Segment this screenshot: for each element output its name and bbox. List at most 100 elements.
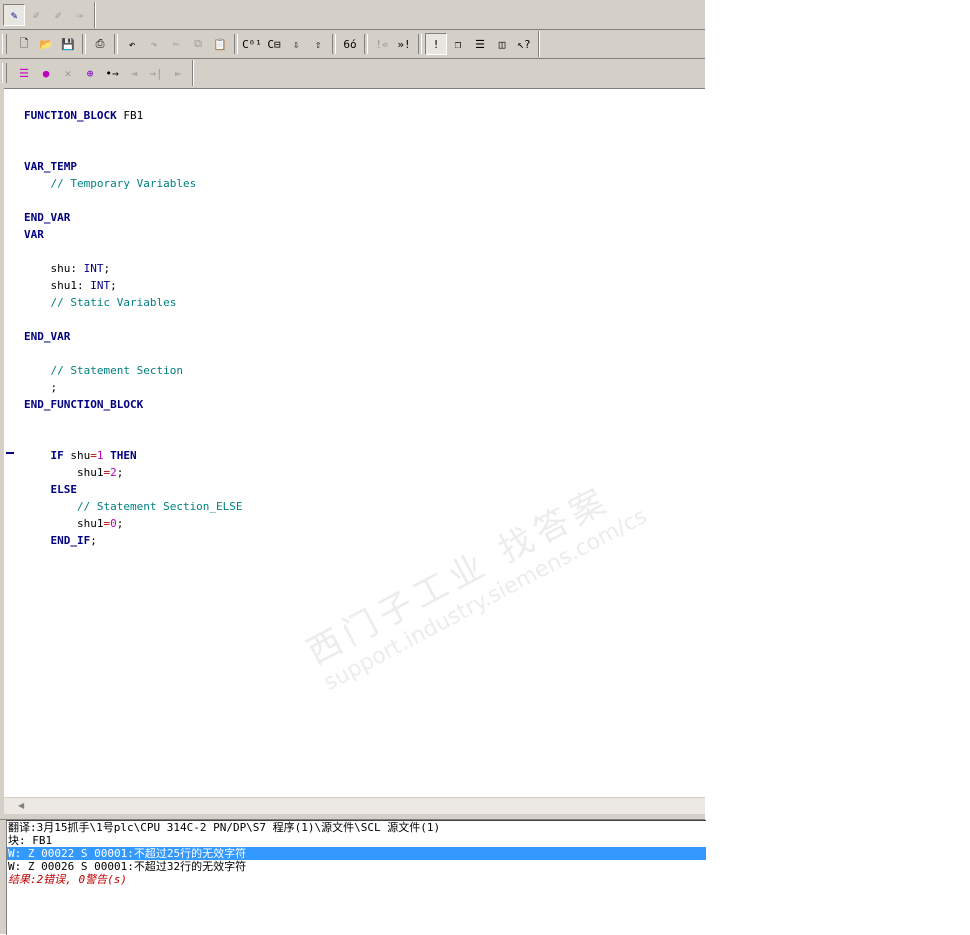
code-line[interactable]: [24, 141, 243, 158]
code-line[interactable]: VAR: [24, 226, 243, 243]
code-editor[interactable]: FUNCTION_BLOCK FB1 VAR_TEMP // Temporary …: [4, 88, 705, 797]
toolbar-separator: [114, 34, 118, 54]
code-token: INT: [83, 262, 104, 275]
step-into-button[interactable]: ⇥: [123, 62, 145, 84]
redo-button[interactable]: ↷: [143, 33, 165, 55]
help-context-button[interactable]: ↖?: [513, 33, 535, 55]
code-line[interactable]: FUNCTION_BLOCK FB1: [24, 107, 243, 124]
print-button[interactable]: ⎙: [89, 33, 111, 55]
code-line[interactable]: [24, 124, 243, 141]
compile-button[interactable]: C⊟: [263, 33, 285, 55]
output-result-line[interactable]: 结果:2错误, 0警告(s): [7, 873, 706, 886]
prev-error-button[interactable]: !«: [371, 33, 393, 55]
code-token: END_IF: [50, 534, 91, 547]
code-line[interactable]: shu: INT;: [24, 260, 243, 277]
breakpoint-delete-button[interactable]: ✕: [57, 62, 79, 84]
code-line[interactable]: // Static Variables: [24, 294, 243, 311]
output-message-line[interactable]: W: Z 00026 S 00001:不超过32行的无效字符: [7, 860, 706, 873]
error-toggle-button[interactable]: !: [425, 33, 447, 55]
code-line[interactable]: shu1=0;: [24, 515, 243, 532]
breakpoint-button[interactable]: ●: [35, 62, 57, 84]
current-line-marker: [6, 452, 14, 454]
code-line[interactable]: END_IF;: [24, 532, 243, 549]
code-line[interactable]: [24, 192, 243, 209]
code-line[interactable]: [24, 413, 243, 430]
tile-horizontal-icon: ☰: [475, 37, 485, 51]
code-text[interactable]: FUNCTION_BLOCK FB1 VAR_TEMP // Temporary …: [24, 107, 243, 549]
pen-cross-button[interactable]: ✑: [69, 4, 91, 26]
code-line[interactable]: [24, 430, 243, 447]
compile-all-button[interactable]: C⁰¹: [241, 33, 263, 55]
tile-horizontal-button[interactable]: ☰: [469, 33, 491, 55]
code-line[interactable]: // Statement Section_ELSE: [24, 498, 243, 515]
output-message-line[interactable]: 翻译:3月15抓手\1号plc\CPU 314C-2 PN/DP\S7 程序(1…: [7, 821, 706, 834]
prev-error-icon: !«: [375, 37, 389, 51]
copy-button[interactable]: ⧉: [187, 33, 209, 55]
code-line[interactable]: // Temporary Variables: [24, 175, 243, 192]
code-token: IF: [50, 449, 64, 462]
new-file-button[interactable]: 🗋: [13, 33, 35, 55]
code-line[interactable]: shu1: INT;: [24, 277, 243, 294]
code-token: 0: [110, 517, 117, 530]
breakpoints-all-button[interactable]: ⊕: [79, 62, 101, 84]
step-out-button[interactable]: →|: [145, 62, 167, 84]
pen-arrow-icon: ✐: [32, 8, 40, 22]
output-pane[interactable]: 翻译:3月15抓手\1号plc\CPU 314C-2 PN/DP\S7 程序(1…: [6, 820, 706, 935]
horizontal-scrollbar[interactable]: ◀: [4, 797, 705, 814]
toolbar-compile: ✎ ✐ ✐ ✑: [0, 1, 97, 29]
code-line[interactable]: END_VAR: [24, 328, 243, 345]
scl-editor-window: ✎ ✐ ✐ ✑ 🗋 📂 💾 ⎙ ↶ ↷ ✂ ⧉ 📋 C⁰¹ C⊟ ⇩ ⇧ 6ό !« »!! ❐ ☰ ◫ ↖? ☰ ● ✕ ⊕ •→…: [0, 0, 706, 935]
code-token: // Temporary Variables: [24, 177, 197, 190]
step-over-icon: •→: [105, 66, 119, 80]
code-line[interactable]: shu1=2;: [24, 464, 243, 481]
pen-arrow2-button[interactable]: ✐: [47, 4, 69, 26]
next-error-button[interactable]: »!: [393, 33, 415, 55]
monitor-glasses-button[interactable]: 6ό: [339, 33, 361, 55]
code-token: shu1: [24, 517, 104, 530]
upload-icon: ⇧: [314, 37, 322, 51]
code-line[interactable]: [24, 243, 243, 260]
code-line[interactable]: VAR_TEMP: [24, 158, 243, 175]
run-to-cursor-button[interactable]: ⇤: [167, 62, 189, 84]
output-message-line[interactable]: W: Z 00022 S 00001:不超过25行的无效字符: [7, 847, 706, 860]
step-over-button[interactable]: •→: [101, 62, 123, 84]
save-button[interactable]: 💾: [57, 33, 79, 55]
toolbar-grip[interactable]: [2, 63, 7, 83]
cascade-windows-button[interactable]: ❐: [447, 33, 469, 55]
code-line[interactable]: // Statement Section: [24, 362, 243, 379]
toolbar-compile-group: ✎ ✐ ✐ ✑: [0, 2, 95, 28]
output-message-line[interactable]: 块: FB1: [7, 834, 706, 847]
download-button[interactable]: ⇩: [285, 33, 307, 55]
toolbar-separator: [418, 34, 422, 54]
pen-arrow-button[interactable]: ✐: [25, 4, 47, 26]
code-token: FB1: [116, 109, 144, 122]
tile-vertical-button[interactable]: ◫: [491, 33, 513, 55]
monitor-glasses-icon: 6ό: [343, 37, 357, 51]
code-token: VAR_TEMP: [24, 160, 77, 173]
cut-button[interactable]: ✂: [165, 33, 187, 55]
code-line[interactable]: ;: [24, 379, 243, 396]
paste-button[interactable]: 📋: [209, 33, 231, 55]
code-line[interactable]: END_FUNCTION_BLOCK: [24, 396, 243, 413]
code-token: :: [76, 279, 91, 292]
code-line[interactable]: ELSE: [24, 481, 243, 498]
scroll-left-icon[interactable]: ◀: [18, 801, 24, 810]
redo-icon: ↷: [150, 37, 158, 51]
list-button[interactable]: ☰: [13, 62, 35, 84]
code-line[interactable]: IF shu=1 THEN: [24, 447, 243, 464]
code-line[interactable]: [24, 345, 243, 362]
toolbar-grip[interactable]: [2, 34, 7, 54]
download-icon: ⇩: [292, 37, 300, 51]
toolbar-standard: 🗋 📂 💾 ⎙ ↶ ↷ ✂ ⧉ 📋 C⁰¹ C⊟ ⇩ ⇧ 6ό !« »!! ❐ ☰ ◫ ↖?: [0, 30, 541, 58]
upload-button[interactable]: ⇧: [307, 33, 329, 55]
code-line[interactable]: END_VAR: [24, 209, 243, 226]
undo-button[interactable]: ↶: [121, 33, 143, 55]
paste-icon: 📋: [213, 37, 227, 51]
toolbar-standard-group: 🗋 📂 💾 ⎙ ↶ ↷ ✂ ⧉ 📋 C⁰¹ C⊟ ⇩ ⇧ 6ό !« »!! ❐ ☰ ◫ ↖?: [10, 31, 539, 57]
cascade-windows-icon: ❐: [454, 37, 462, 51]
code-line[interactable]: [24, 311, 243, 328]
watermark: 西门子工业 找答案 support.industry.siemens.com/c…: [297, 443, 705, 746]
open-folder-button[interactable]: 📂: [35, 33, 57, 55]
compile-pen-button[interactable]: ✎: [3, 4, 25, 26]
